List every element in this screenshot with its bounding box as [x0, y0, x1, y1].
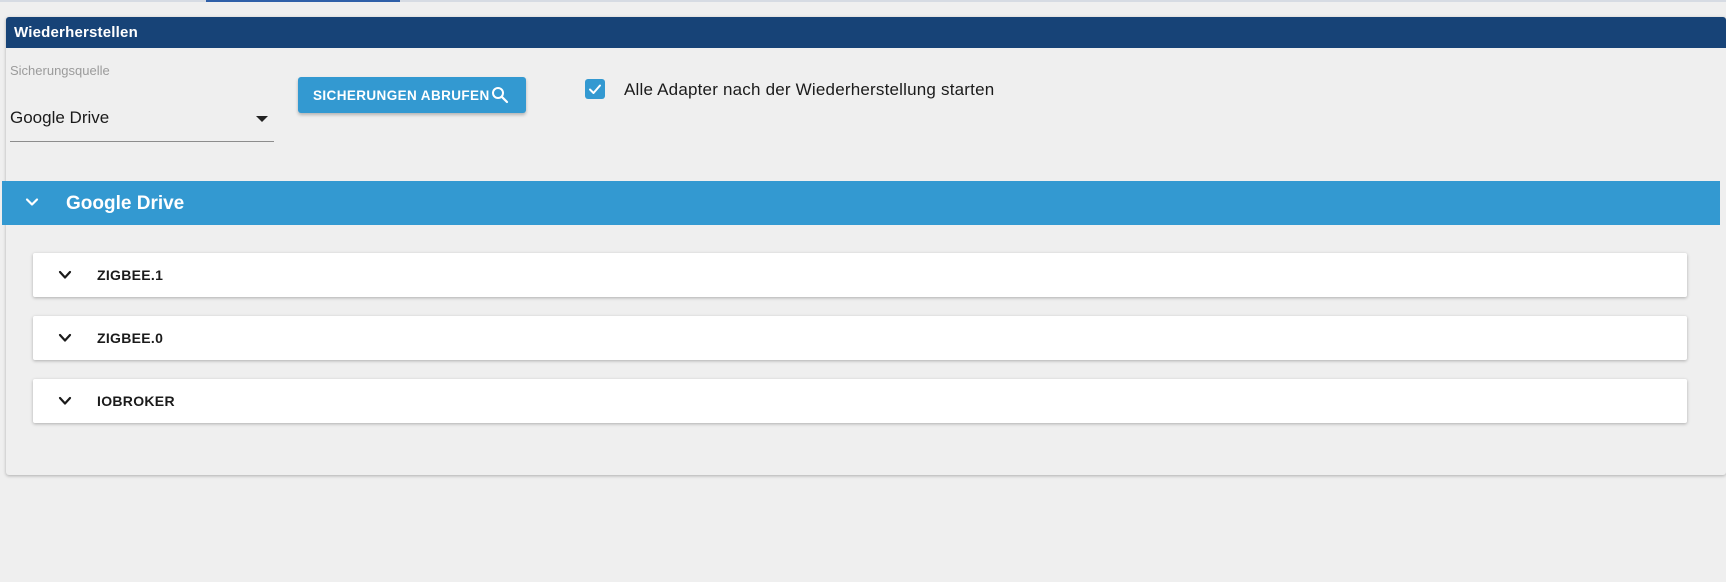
backup-source-label: Sicherungsquelle [10, 63, 110, 78]
dropdown-caret-icon [256, 116, 268, 122]
chevron-down-icon [58, 333, 72, 342]
backup-item-zigbee-0[interactable]: ZIGBEE.0 [33, 316, 1687, 360]
fetch-backups-button[interactable]: SICHERUNGEN ABRUFEN [298, 77, 526, 113]
search-icon [492, 87, 509, 104]
backup-item-label: IOBROKER [97, 393, 175, 409]
restart-adapters-checkbox[interactable] [585, 79, 605, 99]
backup-source-select[interactable]: Google Drive [10, 94, 274, 142]
top-tab-strip [0, 0, 1726, 2]
active-tab-indicator [206, 0, 400, 2]
backup-item-zigbee-1[interactable]: ZIGBEE.1 [33, 253, 1687, 297]
panel-title: Wiederherstellen [14, 24, 138, 41]
backup-item-label: ZIGBEE.0 [97, 330, 164, 346]
restart-adapters-label[interactable]: Alle Adapter nach der Wiederherstellung … [624, 80, 994, 100]
backup-item-iobroker[interactable]: IOBROKER [33, 379, 1687, 423]
backup-item-label: ZIGBEE.1 [97, 267, 164, 283]
google-drive-accordion-header[interactable]: Google Drive [2, 181, 1720, 225]
chevron-down-icon [58, 396, 72, 405]
fetch-backups-label: SICHERUNGEN ABRUFEN [313, 87, 490, 103]
chevron-down-icon [58, 270, 72, 279]
panel-header: Wiederherstellen [6, 17, 1726, 48]
checkmark-icon [589, 84, 601, 94]
accordion-title: Google Drive [66, 193, 185, 214]
backup-source-value: Google Drive [10, 108, 110, 127]
chevron-down-icon [25, 198, 39, 206]
